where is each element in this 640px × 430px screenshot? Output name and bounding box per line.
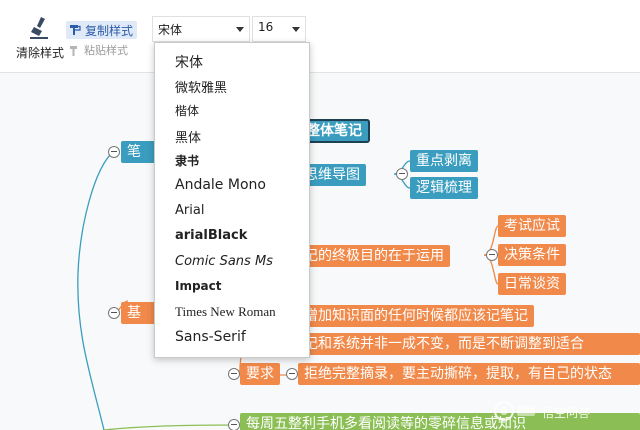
mindmap-canvas[interactable]: 笔 基 录整体笔记 成思维导图 重点剥离 逻辑梳理 笔记的终极目的在于运用 考试… <box>0 73 640 430</box>
mindmap-node-increase[interactable]: 增加知识面的任何时候都应该记笔记 <box>298 305 534 327</box>
clear-format-label: 清除样式 <box>16 46 65 60</box>
format-painter-icon <box>70 25 81 35</box>
watermark-logo-icon <box>494 401 535 421</box>
toolbar: 清除样式 复制样式 粘贴样式 宋体 16 <box>0 0 640 73</box>
collapse-toggle[interactable] <box>108 307 120 319</box>
font-option-sans-serif[interactable]: Sans-Serif <box>175 329 246 345</box>
chevron-down-icon <box>292 27 300 32</box>
paste-format-button[interactable]: 粘贴样式 <box>68 42 128 58</box>
font-family-dropdown: 宋体 微软雅黑 楷体 黑体 隶书 Andale Mono Arial arial… <box>154 42 310 358</box>
collapse-toggle[interactable] <box>396 168 408 180</box>
mindmap-node-system[interactable]: 笔记和系统并非一成不变，而是不断调整到适合 <box>284 333 640 355</box>
brush-icon <box>30 17 48 39</box>
collapse-toggle[interactable] <box>228 368 240 380</box>
font-option-comic-sans[interactable]: Comic Sans Ms <box>175 254 273 269</box>
paste-format-icon <box>70 45 77 56</box>
font-option-microsoft-yahei[interactable]: 微软雅黑 <box>175 77 227 96</box>
copy-format-label: 复制样式 <box>85 23 134 38</box>
font-option-times-new-roman[interactable]: Times New Roman <box>175 304 276 320</box>
mindmap-node-refuse[interactable]: 拒绝完整摘录，要主动撕碎，提取，有自己的状态 <box>298 363 640 385</box>
mindmap-node-requirement[interactable]: 要求 <box>240 363 280 385</box>
mindmap-node-key-point[interactable]: 重点剥离 <box>410 150 478 172</box>
font-option-songti[interactable]: 宋体 <box>175 52 203 72</box>
font-option-andale-mono[interactable]: Andale Mono <box>175 177 266 193</box>
watermark: 悟空问答 <box>488 398 636 424</box>
font-option-arial[interactable]: Arial <box>175 203 204 218</box>
font-option-arial-black[interactable]: arialBlack <box>175 228 247 243</box>
font-option-lishu[interactable]: 隶书 <box>175 152 199 169</box>
font-option-kaiti[interactable]: 楷体 <box>175 102 199 119</box>
font-family-select[interactable]: 宋体 <box>152 16 250 42</box>
chevron-down-icon <box>236 27 244 32</box>
collapse-toggle[interactable] <box>486 249 498 261</box>
font-option-impact[interactable]: Impact <box>175 279 222 293</box>
font-size-select[interactable]: 16 <box>252 16 306 42</box>
font-option-heiti[interactable]: 黑体 <box>175 127 201 146</box>
mindmap-node-decision[interactable]: 决策条件 <box>498 244 566 266</box>
mindmap-node-daily[interactable]: 日常谈资 <box>498 273 566 295</box>
watermark-text: 悟空问答 <box>542 406 591 420</box>
collapse-toggle[interactable] <box>108 146 120 158</box>
mindmap-node-exam[interactable]: 考试应试 <box>498 215 566 237</box>
copy-format-button[interactable]: 复制样式 <box>66 21 138 39</box>
paste-format-label: 粘贴样式 <box>84 44 128 57</box>
collapse-toggle[interactable] <box>286 368 298 380</box>
font-family-value: 宋体 <box>158 23 183 37</box>
clear-format-button[interactable]: 清除样式 <box>14 14 66 62</box>
mindmap-node-logic[interactable]: 逻辑梳理 <box>410 177 478 199</box>
collapse-toggle[interactable] <box>228 419 240 430</box>
font-size-value: 16 <box>258 20 274 34</box>
